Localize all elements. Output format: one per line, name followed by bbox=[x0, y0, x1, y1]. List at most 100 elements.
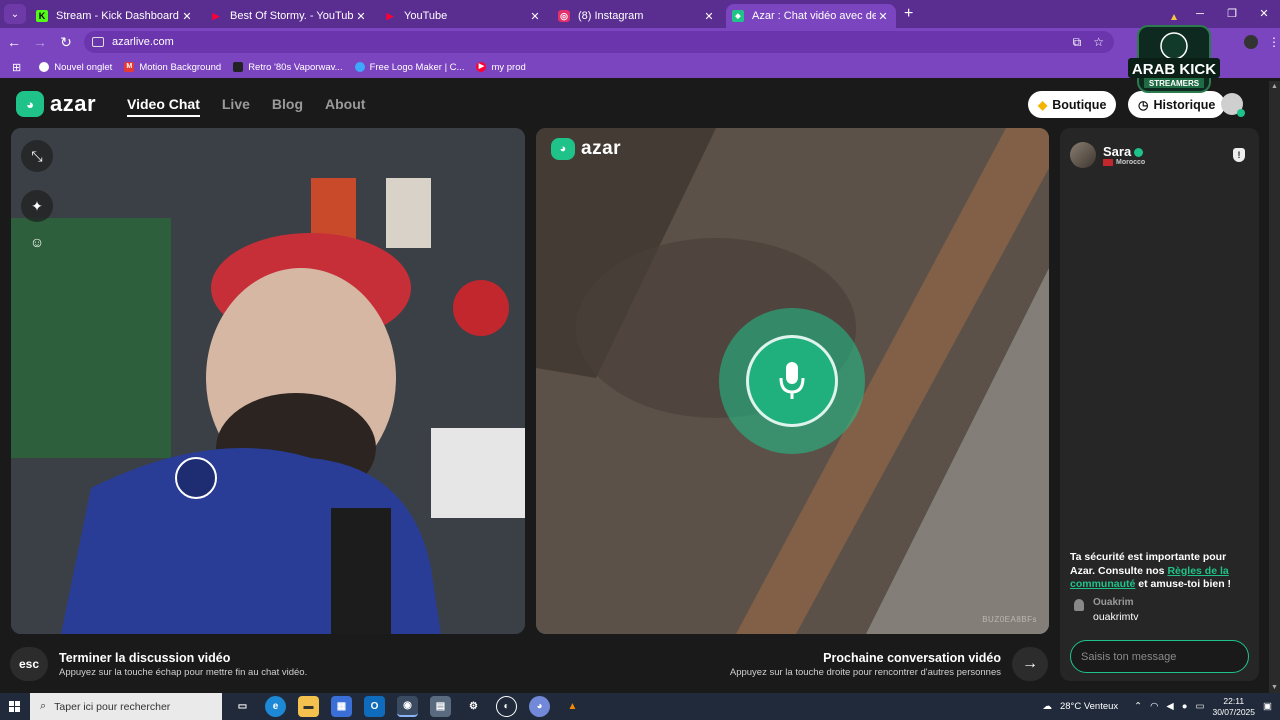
page-scrollbar[interactable]: ▲ ▼ bbox=[1269, 81, 1280, 693]
chat-panel: Sara Morocco ! Ta sécurité est important… bbox=[1060, 128, 1259, 681]
tab-kick[interactable]: K Stream - Kick Dashboard ✕ bbox=[30, 4, 200, 28]
azar-logo-icon: ◕ bbox=[16, 91, 44, 117]
nav-about[interactable]: About bbox=[325, 96, 365, 117]
close-icon[interactable]: ✕ bbox=[528, 10, 542, 23]
kick-icon: K bbox=[36, 10, 48, 22]
end-chat-title: Terminer la discussion vidéo bbox=[59, 651, 231, 665]
store-icon[interactable]: ▦ bbox=[331, 696, 352, 717]
taskbar-search[interactable]: ⌕ Taper ici pour rechercher bbox=[30, 693, 222, 720]
vlc-icon[interactable]: ▲ bbox=[562, 696, 583, 717]
partner-avatar[interactable] bbox=[1070, 142, 1096, 168]
nav-live[interactable]: Live bbox=[222, 96, 250, 117]
esc-button[interactable]: esc bbox=[10, 647, 48, 681]
tab-search-button[interactable]: ⌄ bbox=[4, 4, 26, 24]
historique-label: Historique bbox=[1153, 97, 1216, 112]
minimize-video-icon[interactable]: ⤡ bbox=[21, 140, 53, 172]
bookmark-label: Free Logo Maker | C... bbox=[369, 61, 465, 73]
watermark-line2: STREAMERS bbox=[1149, 79, 1200, 88]
profile-avatar[interactable] bbox=[1221, 93, 1245, 117]
close-icon[interactable]: ✕ bbox=[180, 10, 194, 23]
tab-azar[interactable]: ◆ Azar : Chat vidéo avec de n ✕ bbox=[726, 4, 896, 28]
verified-icon bbox=[1134, 148, 1144, 158]
site-info-icon[interactable] bbox=[92, 37, 104, 47]
logo-text: azar bbox=[50, 91, 97, 116]
network-icon[interactable]: ▭ bbox=[1195, 701, 1204, 712]
settings-gear-icon[interactable]: ⚙ bbox=[463, 696, 484, 717]
azar-icon: ◆ bbox=[732, 10, 744, 22]
close-icon[interactable]: ✕ bbox=[876, 10, 890, 23]
tray-expand-icon[interactable]: ⌃ bbox=[1134, 701, 1142, 712]
close-icon[interactable]: ✕ bbox=[702, 10, 716, 23]
scroll-up-icon[interactable]: ▲ bbox=[1271, 83, 1278, 90]
toolbar: ← → ↻ azarlive.com ⧉ ☆ ⋮ bbox=[0, 28, 1280, 56]
search-placeholder: Taper ici pour rechercher bbox=[54, 700, 171, 713]
bookmark-label: my prod bbox=[491, 61, 526, 73]
tab-instagram[interactable]: ◎ (8) Instagram ✕ bbox=[552, 4, 722, 28]
discord-icon[interactable]: ◕ bbox=[529, 696, 550, 717]
bookmark-item[interactable]: Nouvel onglet bbox=[39, 62, 112, 73]
forward-button[interactable]: → bbox=[28, 34, 52, 50]
bookmark-item[interactable]: Retro '80s Vaporwav... bbox=[233, 61, 343, 73]
report-shield-icon[interactable]: ! bbox=[1233, 148, 1245, 162]
tab-strip: ⌄ K Stream - Kick Dashboard ✕ ▶ Best Of … bbox=[0, 0, 1280, 28]
tab-title: (8) Instagram bbox=[578, 10, 644, 22]
new-tab-button[interactable]: + bbox=[904, 5, 913, 23]
tab-youtube-stormy[interactable]: ▶ Best Of Stormy. - YouTube ✕ bbox=[204, 4, 374, 28]
bookmark-star-icon[interactable]: ☆ bbox=[1093, 35, 1104, 50]
weather-text[interactable]: 28°C Venteux bbox=[1060, 701, 1118, 712]
nav-video-chat[interactable]: Video Chat bbox=[127, 96, 200, 117]
chrome-icon[interactable]: ◉ bbox=[397, 696, 418, 717]
youtube-icon: ▶ bbox=[476, 62, 487, 72]
message-text: ouakrimtv bbox=[1093, 611, 1139, 623]
tab-youtube[interactable]: ▶ YouTube ✕ bbox=[378, 4, 548, 28]
local-video: ⤡ ✦ ☺ bbox=[11, 128, 525, 634]
chat-message-input[interactable] bbox=[1070, 640, 1249, 673]
apps-grid-icon[interactable]: ⊞ bbox=[12, 61, 21, 74]
scroll-down-icon[interactable]: ▼ bbox=[1271, 684, 1278, 691]
close-window-button[interactable]: ✕ bbox=[1248, 0, 1280, 28]
safety-notice: Ta sécurité est importante pour Azar. Co… bbox=[1070, 551, 1232, 590]
outlook-icon[interactable]: O bbox=[364, 696, 385, 717]
volume-icon[interactable]: ◀ bbox=[1166, 701, 1173, 712]
azar-page: ◕ azar Video Chat Live Blog About ◆ Bout… bbox=[0, 81, 1269, 693]
edge-icon[interactable]: e bbox=[265, 696, 286, 717]
bookmark-item[interactable]: M Motion Background bbox=[124, 62, 221, 73]
clock[interactable]: 22:11 30/07/2025 bbox=[1212, 696, 1255, 718]
tab-title: YouTube bbox=[404, 10, 448, 22]
next-arrow-button[interactable]: → bbox=[1012, 647, 1048, 681]
effects-sparkle-icon[interactable]: ✦ bbox=[21, 190, 53, 222]
obs-app-icon[interactable]: ▤ bbox=[430, 696, 451, 717]
address-bar[interactable]: azarlive.com ⧉ ☆ bbox=[84, 31, 1114, 53]
profile-avatar[interactable] bbox=[1244, 35, 1258, 49]
wifi-icon[interactable]: ◠ bbox=[1150, 701, 1158, 712]
mic-indicator bbox=[719, 308, 865, 454]
motion-icon: M bbox=[124, 62, 135, 72]
back-button[interactable]: ← bbox=[2, 34, 26, 50]
pinned-apps: ▭ e ▬ ▦ O ◉ ▤ ⚙ ◐ ◕ ▲ bbox=[232, 696, 583, 717]
url-text: azarlive.com bbox=[112, 36, 174, 48]
notifications-icon[interactable]: ▣ bbox=[1263, 701, 1272, 712]
reload-button[interactable]: ↻ bbox=[54, 34, 78, 51]
logo-maker-icon bbox=[354, 62, 365, 72]
bookmarks-bar: ⊞ Nouvel onglet M Motion Background Retr… bbox=[0, 56, 1280, 78]
mic-tray-icon[interactable]: ● bbox=[1182, 701, 1188, 712]
bookmark-item[interactable]: ▶ my prod bbox=[476, 61, 526, 73]
azar-logo[interactable]: ◕ azar bbox=[16, 91, 96, 117]
bookmark-label: Retro '80s Vaporwav... bbox=[248, 61, 343, 73]
boutique-button[interactable]: ◆ Boutique bbox=[1028, 91, 1117, 118]
azar-logo-icon: ◕ bbox=[551, 138, 575, 160]
cast-icon[interactable]: ⧉ bbox=[1073, 35, 1082, 50]
bookmark-label: Nouvel onglet bbox=[54, 61, 113, 73]
weather-icon: ☁ bbox=[1042, 701, 1052, 712]
next-chat-hint: Appuyez sur la touche droite pour rencon… bbox=[729, 667, 1001, 678]
task-view-icon[interactable]: ▭ bbox=[232, 696, 253, 717]
close-icon[interactable]: ✕ bbox=[354, 10, 368, 23]
menu-icon[interactable]: ⋮ bbox=[1268, 35, 1280, 49]
clock-time: 22:11 bbox=[1223, 695, 1245, 706]
windows-start-icon[interactable] bbox=[0, 700, 30, 713]
bookmark-item[interactable]: Free Logo Maker | C... bbox=[354, 61, 465, 73]
obs-icon[interactable]: ◐ bbox=[496, 696, 517, 717]
nav-blog[interactable]: Blog bbox=[272, 96, 303, 117]
file-explorer-icon[interactable]: ▬ bbox=[298, 696, 319, 717]
face-filter-icon[interactable]: ☺ bbox=[21, 226, 53, 258]
